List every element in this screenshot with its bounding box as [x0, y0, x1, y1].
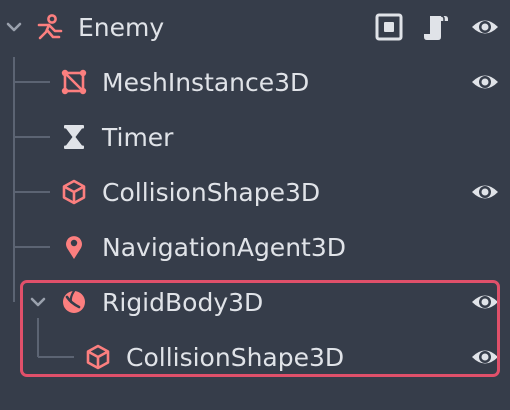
tree-node-label: MeshInstance3D	[102, 68, 310, 97]
visibility-eye-icon[interactable]	[470, 177, 500, 207]
chevron-down-icon[interactable]	[4, 17, 24, 37]
tree-row-meshinstance3d[interactable]: MeshInstance3D	[0, 55, 510, 110]
script-icon[interactable]	[421, 12, 451, 42]
tree-node-label: Enemy	[78, 13, 165, 42]
tree-node-label: NavigationAgent3D	[102, 233, 346, 262]
scene-tree: Enemy MeshInstance3D Timer CollisionShap…	[0, 0, 510, 410]
tree-row-timer[interactable]: Timer	[0, 110, 510, 165]
tree-node-label: Timer	[102, 123, 174, 152]
tree-row-enemy[interactable]: Enemy	[0, 0, 510, 55]
tree-row-collisionshape3d-child[interactable]: CollisionShape3D	[0, 330, 510, 385]
hourglass-icon	[64, 125, 84, 149]
tree-row-rigidbody3d[interactable]: RigidBody3D	[0, 275, 510, 330]
tree-row-navigationagent3d[interactable]: NavigationAgent3D	[0, 220, 510, 275]
tree-node-label: CollisionShape3D	[126, 343, 345, 372]
map-pin-icon	[66, 236, 82, 259]
visibility-eye-icon[interactable]	[470, 67, 500, 97]
cube-icon	[62, 179, 86, 205]
visibility-eye-icon[interactable]	[470, 12, 500, 42]
visibility-eye-icon[interactable]	[470, 287, 500, 317]
tree-node-label: CollisionShape3D	[102, 178, 321, 207]
visibility-eye-icon[interactable]	[470, 342, 500, 372]
character-body-icon	[37, 14, 63, 40]
chevron-down-icon[interactable]	[28, 292, 48, 312]
mesh-instance-icon	[61, 69, 87, 95]
ball-icon	[63, 289, 85, 313]
tree-node-label: RigidBody3D	[102, 288, 264, 317]
tree-row-collisionshape3d[interactable]: CollisionShape3D	[0, 165, 510, 220]
cube-icon	[86, 344, 110, 370]
node-toggle-icon[interactable]	[374, 12, 404, 42]
